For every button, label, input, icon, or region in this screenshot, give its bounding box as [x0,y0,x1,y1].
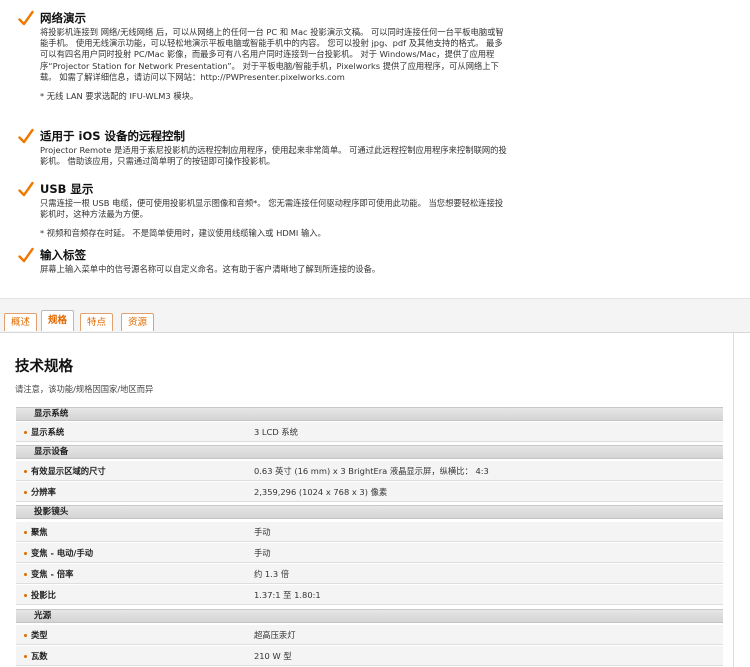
feature-body: 只需连接一根 USB 电缆，便可使用投影机显示图像和音频*。 您无需连接任何驱动… [40,198,504,220]
dot-icon [24,470,27,473]
spec-label: 瓦数 [31,651,48,661]
dot-icon [24,552,27,555]
spec-label: 聚焦 [31,527,48,537]
feature-title: USB 显示 [40,182,94,196]
feature-note: * 无线 LAN 要求选配的 IFU-WLM3 模块。 [40,91,199,102]
spec-group-header: 显示系统 [16,407,723,421]
spec-value: 3 LCD 系统 [254,427,298,437]
tab-specifications[interactable]: 规格 [41,310,75,331]
spec-value: 210 W 型 [254,651,292,661]
feature-title: 网络演示 [40,11,86,25]
dot-icon [24,531,27,534]
spec-value: 约 1.3 倍 [254,569,290,579]
dot-icon [24,491,27,494]
dot-icon [24,573,27,576]
spec-group-header: 投影镜头 [16,505,723,519]
checkmark-icon [18,181,34,197]
spec-row: 变焦 - 倍率 约 1.3 倍 [16,564,723,584]
feature-ios-remote: 适用于 iOS 设备的远程控制 Projector Remote 是适用于索尼投… [18,128,508,167]
spec-value: 2,359,296 (1024 x 768 x 3) 像素 [254,487,388,497]
feature-body: Projector Remote 是适用于索尼投影机的远程控制应用程序，使用起来… [40,145,507,167]
spec-value: 手动 [254,548,271,558]
tab-overview[interactable]: 概述 [4,313,38,331]
spec-row: 投影比 1.37:1 至 1.80:1 [16,585,723,605]
spec-section: 技术规格 请注意，该功能/规格因国家/地区而异 显示系统 显示系统 3 LCD … [0,333,750,667]
checkmark-icon [18,128,34,144]
feature-usb-display: USB 显示 只需连接一根 USB 电缆，便可使用投影机显示图像和音频*。 您无… [18,181,508,240]
tab-resources[interactable]: 资源 [121,313,155,331]
spec-label: 变焦 - 电动/手动 [31,548,94,558]
spec-row: 显示系统 3 LCD 系统 [16,422,723,442]
spec-panel: 技术规格 请注意，该功能/规格因国家/地区而异 显示系统 显示系统 3 LCD … [0,333,734,667]
spec-disclaimer: 请注意，该功能/规格因国家/地区而异 [15,384,154,394]
spec-value: 1.37:1 至 1.80:1 [254,590,321,600]
feature-body: 屏幕上输入菜单中的信号源名称可以自定义命名。这有助于客户清晰地了解到所连接的设备… [40,264,381,274]
spec-label: 分辨率 [31,487,56,497]
spec-row: 瓦数 210 W 型 [16,646,723,666]
spec-row: 有效显示区域的尺寸 0.63 英寸 (16 mm) x 3 BrightEra … [16,461,723,481]
tab-bar: 概述 规格 特点 资源 [0,298,750,333]
feature-body: 将投影机连接到 网络/无线网络 后，可以从网络上的任何一台 PC 和 Mac 投… [40,27,504,82]
spec-row: 类型 超高压汞灯 [16,625,723,645]
features-section: 网络演示 将投影机连接到 网络/无线网络 后，可以从网络上的任何一台 PC 和 … [0,0,750,298]
spec-label: 有效显示区域的尺寸 [31,466,106,476]
spec-value: 手动 [254,527,271,537]
spec-group-header: 显示设备 [16,445,723,459]
feature-note: * 视频和音频存在时延。 不是简单使用时，建议使用线缆输入或 HDMI 输入。 [40,228,326,239]
checkmark-icon [18,247,34,263]
checkmark-icon [18,10,34,26]
spec-row: 分辨率 2,359,296 (1024 x 768 x 3) 像素 [16,482,723,502]
feature-input-label: 输入标签 屏幕上输入菜单中的信号源名称可以自定义命名。这有助于客户清晰地了解到所… [18,247,508,275]
spec-label: 变焦 - 倍率 [31,569,74,579]
feature-title: 适用于 iOS 设备的远程控制 [40,129,186,143]
spec-value: 超高压汞灯 [254,630,296,640]
page-title: 技术规格 [15,359,73,375]
spec-label: 投影比 [31,590,56,600]
spec-label: 显示系统 [31,427,65,437]
spec-row: 聚焦 手动 [16,522,723,542]
tab-features[interactable]: 特点 [80,313,114,331]
spec-group-header: 光源 [16,609,723,623]
feature-title: 输入标签 [40,248,86,262]
dot-icon [24,655,27,658]
spec-row: 变焦 - 电动/手动 手动 [16,543,723,563]
spec-value: 0.63 英寸 (16 mm) x 3 BrightEra 液晶显示屏，纵横比：… [254,466,489,476]
spec-label: 类型 [31,630,48,640]
dot-icon [24,634,27,637]
dot-icon [24,431,27,434]
feature-network-presentation: 网络演示 将投影机连接到 网络/无线网络 后，可以从网络上的任何一台 PC 和 … [18,10,508,102]
dot-icon [24,594,27,597]
